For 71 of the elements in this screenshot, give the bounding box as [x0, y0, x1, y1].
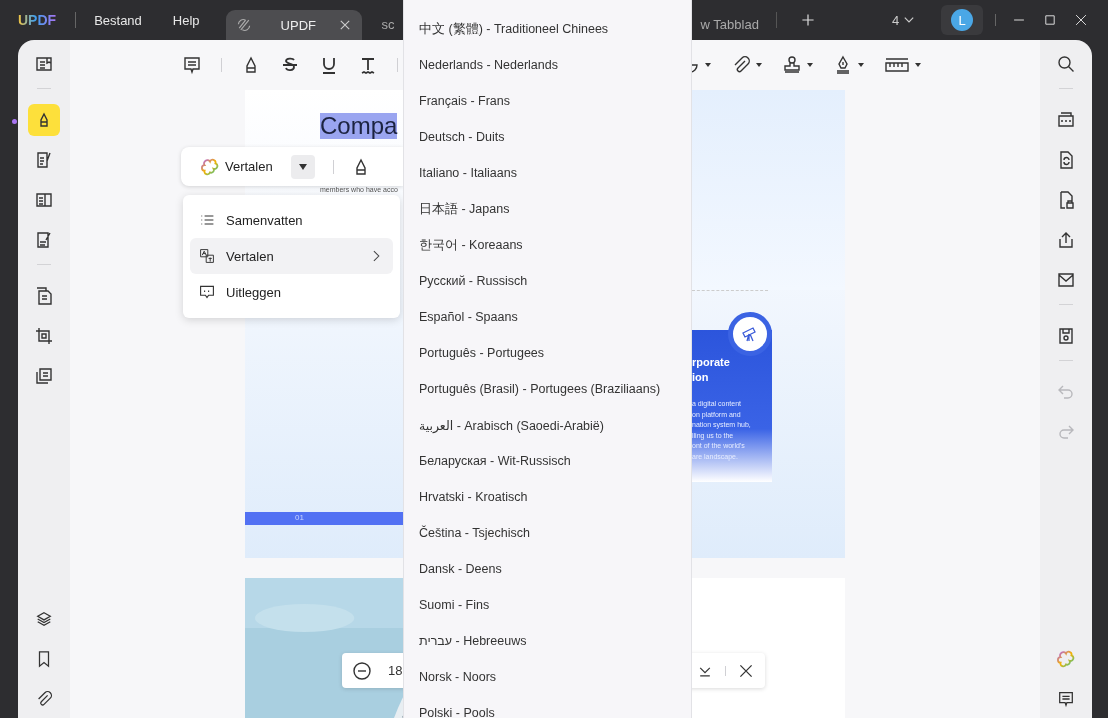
page-number: 01 — [295, 513, 304, 522]
ai-icon — [201, 157, 219, 176]
speech-bubble-icon — [199, 284, 215, 300]
language-option[interactable]: Русский - Russisch — [404, 263, 691, 299]
language-option[interactable]: 日本語 - Japans — [404, 191, 691, 227]
close-icon[interactable] — [738, 662, 754, 679]
reader-icon — [34, 54, 54, 74]
sign-icon — [34, 230, 54, 250]
pages-icon — [34, 286, 54, 306]
language-option[interactable]: עברית - Hebreeuws — [404, 623, 691, 659]
caret-icon[interactable] — [806, 61, 814, 69]
language-option[interactable]: Italiano - Italiaans — [404, 155, 691, 191]
sidebar-highlighter-button[interactable] — [28, 104, 60, 136]
language-option[interactable]: Deutsch - Duits — [404, 119, 691, 155]
document-tab[interactable]: sc — [381, 16, 395, 32]
caret-icon[interactable] — [857, 61, 865, 69]
save-icon — [1056, 326, 1076, 346]
language-option[interactable]: Français - Frans — [404, 83, 691, 119]
caret-icon — [297, 161, 308, 172]
dropdown-button[interactable] — [290, 154, 315, 179]
search-icon — [1056, 54, 1076, 74]
language-option[interactable]: Hrvatski - Kroatisch — [404, 479, 691, 515]
language-option[interactable]: Português (Brasil) - Portugees (Braziliaans) — [404, 371, 691, 407]
comment-icon[interactable] — [182, 55, 202, 75]
layers-icon[interactable] — [35, 610, 53, 628]
language-option[interactable]: Nederlands - Nederlands — [404, 47, 691, 83]
language-option[interactable]: العربية - Arabisch (Saoedi-Arabië) — [404, 407, 691, 443]
crop-icon — [34, 326, 54, 346]
maximize-icon[interactable] — [1043, 13, 1058, 27]
stamp-icon[interactable] — [782, 55, 802, 75]
caret-icon[interactable] — [704, 61, 712, 69]
card-title: rporate — [692, 355, 731, 370]
tab-file-icon — [235, 17, 252, 33]
language-option[interactable]: Norsk - Noors — [404, 659, 691, 695]
menu-item[interactable]: Samenvatten — [190, 202, 393, 238]
ruler-icon[interactable] — [884, 55, 910, 75]
language-option[interactable]: Беларуская - Wit-Russisch — [404, 443, 691, 479]
stack-icon — [34, 366, 54, 386]
translate-button[interactable]: Vertalen — [201, 157, 273, 176]
ocr-icon — [1056, 110, 1076, 130]
add-tab-icon[interactable] — [799, 12, 816, 28]
comment-icon[interactable] — [1057, 690, 1075, 708]
document-tab[interactable]: UPDF — [225, 10, 362, 40]
share-icon — [1056, 230, 1076, 250]
close-icon[interactable] — [1074, 13, 1089, 27]
language-option[interactable]: Čeština - Tsjechisch — [404, 515, 691, 551]
list-icon — [199, 212, 215, 228]
tab-count[interactable]: 4 — [891, 12, 900, 28]
language-option[interactable]: Dansk - Deens — [404, 551, 691, 587]
new-tab[interactable]: w Tabblad — [700, 16, 759, 32]
language-option[interactable]: Polski - Pools — [404, 695, 691, 718]
language-option[interactable]: Suomi - Fins — [404, 587, 691, 623]
menu-item[interactable]: Bestand — [94, 12, 142, 28]
app-logo: UPDF — [18, 12, 57, 28]
menu-item[interactable]: Help — [172, 12, 200, 28]
form-icon — [34, 190, 54, 210]
language-option[interactable]: Português - Portugees — [404, 335, 691, 371]
language-option[interactable]: 한국어 - Koreaans — [404, 227, 691, 263]
mail-icon — [1056, 270, 1076, 290]
menu-item[interactable]: Vertalen — [190, 238, 393, 274]
translate-icon — [199, 248, 215, 264]
edit-icon — [34, 150, 54, 170]
caret-icon[interactable] — [914, 61, 922, 69]
zoom-value[interactable]: 18 — [388, 663, 403, 678]
card-title: ion — [692, 370, 710, 385]
language-option[interactable]: 中文 (繁體) - Traditioneel Chinees — [404, 11, 691, 47]
caret-icon[interactable] — [755, 61, 763, 69]
language-option[interactable]: Español - Spaans — [404, 299, 691, 335]
zoom-out-icon[interactable] — [352, 660, 372, 681]
attachment-icon[interactable] — [35, 690, 53, 708]
menu-item[interactable]: Uitleggen — [190, 274, 393, 310]
